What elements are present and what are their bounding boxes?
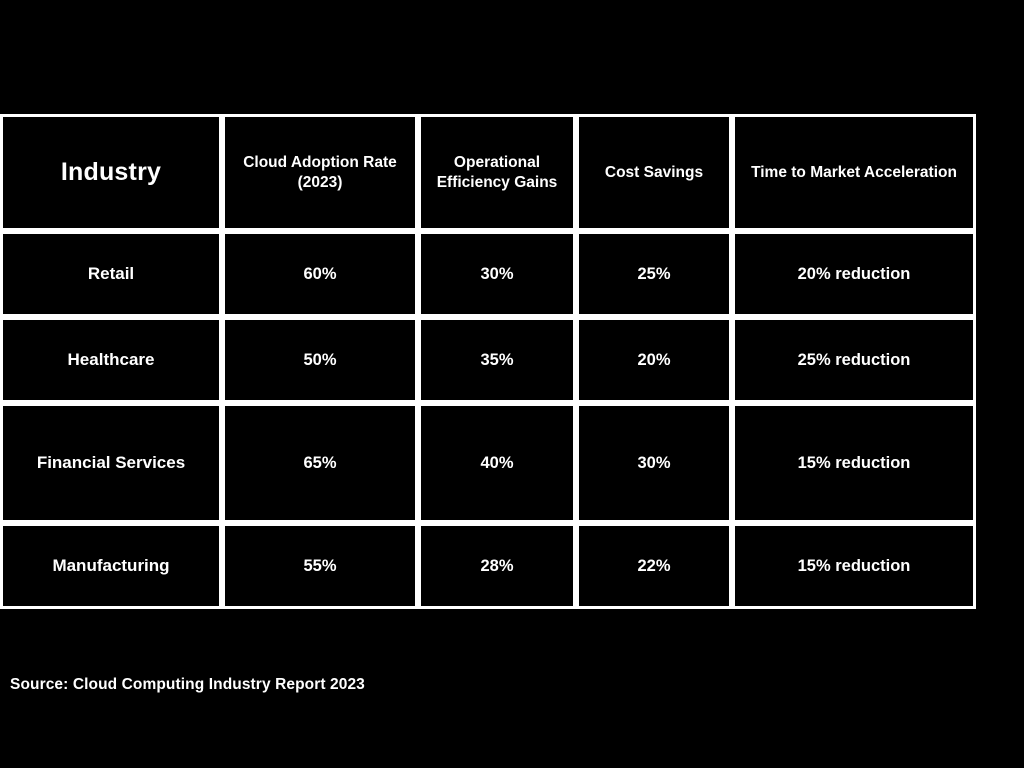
source-note: Source: Cloud Computing Industry Report …	[10, 676, 365, 693]
cell-cloud-adoption-rate: 65%	[222, 403, 418, 523]
table-header: Industry Cloud Adoption Rate (2023) Oper…	[0, 114, 976, 231]
cell-operational-efficiency-gains: 40%	[418, 403, 576, 523]
cell-time-to-market-acceleration: 15% reduction	[732, 523, 976, 609]
table-header-row: Industry Cloud Adoption Rate (2023) Oper…	[0, 114, 976, 231]
cell-cost-savings: 30%	[576, 403, 732, 523]
cell-industry: Financial Services	[0, 403, 222, 523]
column-header-cloud-adoption-rate: Cloud Adoption Rate (2023)	[222, 114, 418, 231]
cell-cost-savings: 22%	[576, 523, 732, 609]
slide-canvas: Industry Cloud Adoption Rate (2023) Oper…	[0, 0, 1024, 768]
cell-cloud-adoption-rate: 55%	[222, 523, 418, 609]
cell-operational-efficiency-gains: 30%	[418, 231, 576, 317]
column-header-operational-efficiency-gains: Operational Efficiency Gains	[418, 114, 576, 231]
industry-cloud-metrics-table: Industry Cloud Adoption Rate (2023) Oper…	[0, 114, 976, 609]
table-row: Healthcare 50% 35% 20% 25% reduction	[0, 317, 976, 403]
cell-cloud-adoption-rate: 50%	[222, 317, 418, 403]
column-header-time-to-market-acceleration: Time to Market Acceleration	[732, 114, 976, 231]
cell-cloud-adoption-rate: 60%	[222, 231, 418, 317]
table-row: Manufacturing 55% 28% 22% 15% reduction	[0, 523, 976, 609]
column-header-industry: Industry	[0, 114, 222, 231]
column-header-cost-savings: Cost Savings	[576, 114, 732, 231]
cell-operational-efficiency-gains: 28%	[418, 523, 576, 609]
cell-cost-savings: 25%	[576, 231, 732, 317]
cell-industry: Retail	[0, 231, 222, 317]
cell-time-to-market-acceleration: 20% reduction	[732, 231, 976, 317]
cell-industry: Manufacturing	[0, 523, 222, 609]
cell-cost-savings: 20%	[576, 317, 732, 403]
table-row: Retail 60% 30% 25% 20% reduction	[0, 231, 976, 317]
table-row: Financial Services 65% 40% 30% 15% reduc…	[0, 403, 976, 523]
cell-industry: Healthcare	[0, 317, 222, 403]
table-body: Retail 60% 30% 25% 20% reduction Healthc…	[0, 231, 976, 609]
cell-time-to-market-acceleration: 25% reduction	[732, 317, 976, 403]
data-table-container: Industry Cloud Adoption Rate (2023) Oper…	[0, 114, 976, 609]
cell-time-to-market-acceleration: 15% reduction	[732, 403, 976, 523]
cell-operational-efficiency-gains: 35%	[418, 317, 576, 403]
